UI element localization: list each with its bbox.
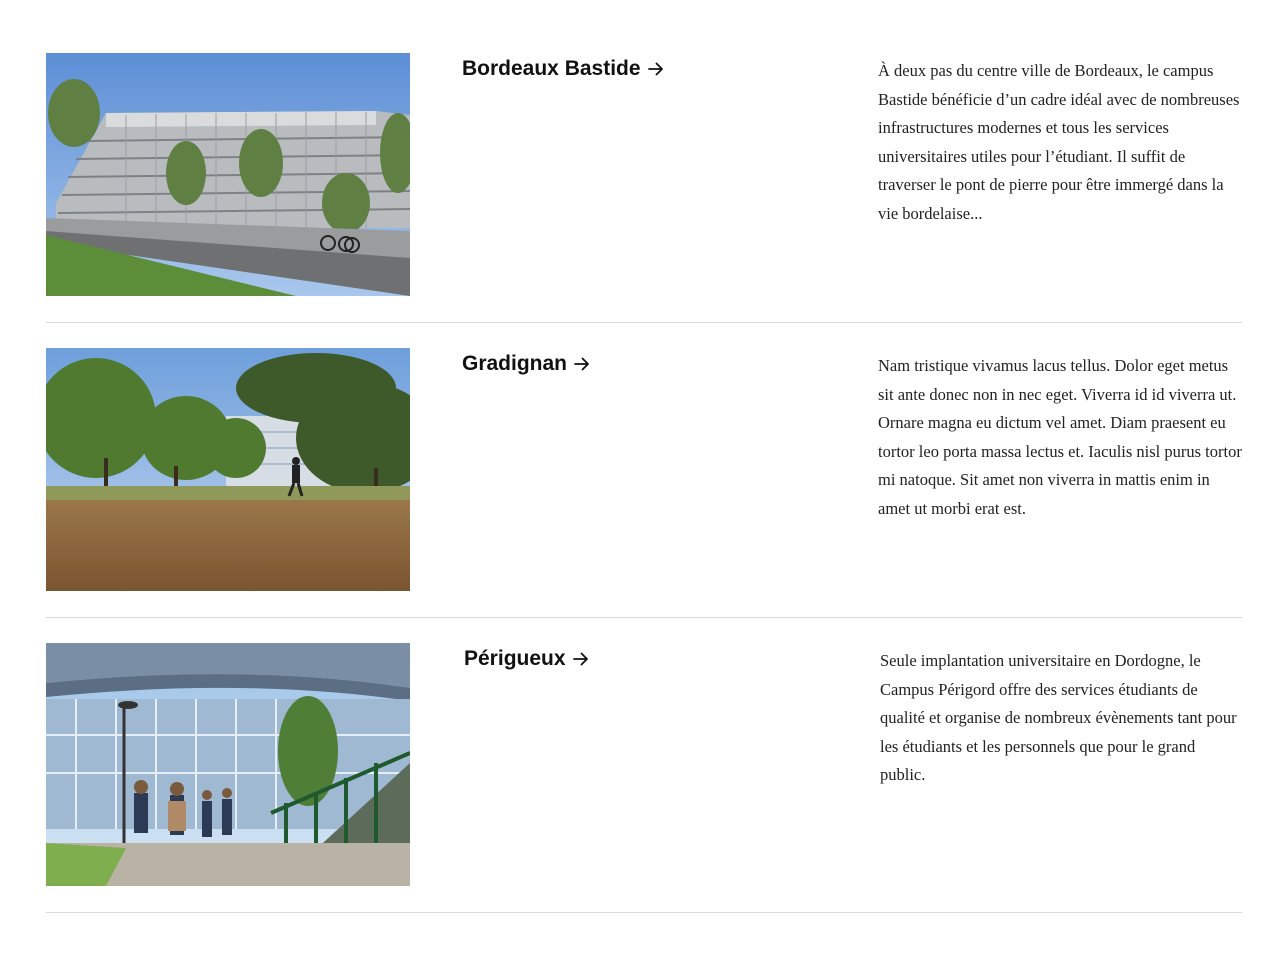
campus-item-perigueux: Périgueux Seule implantation universitai… [46, 643, 1242, 938]
arrow-right-icon [574, 357, 589, 371]
campus-title: Bordeaux Bastide [462, 57, 641, 80]
campus-list: Bordeaux Bastide À deux pas du centre vi… [46, 53, 1242, 938]
campus-description: À deux pas du centre ville de Bordeaux, … [878, 61, 1240, 223]
campus-title: Périgueux [464, 647, 566, 670]
campus-item-gradignan: Gradignan Nam tristique vivamus lacus te… [46, 348, 1242, 643]
campus-link-bordeaux-bastide[interactable]: Bordeaux Bastide [462, 57, 664, 81]
campus-item-bordeaux-bastide: Bordeaux Bastide À deux pas du centre vi… [46, 53, 1242, 348]
campus-photo-perigueux[interactable] [46, 643, 410, 886]
campus-link-gradignan[interactable]: Gradignan [462, 352, 590, 376]
campus-photo-gradignan[interactable] [46, 348, 410, 591]
arrow-right-icon [647, 62, 663, 76]
campus-link-perigueux[interactable]: Périgueux [464, 647, 589, 671]
campus-description: Seule implantation universitaire en Dord… [880, 651, 1237, 784]
campus-park-image [46, 348, 410, 591]
campus-title: Gradignan [462, 352, 568, 375]
row-divider [46, 912, 1242, 913]
arrow-right-icon [572, 652, 588, 666]
campus-photo-bastide[interactable] [46, 53, 410, 296]
campus-description: Nam tristique vivamus lacus tellus. Dolo… [878, 356, 1242, 518]
row-divider [46, 322, 1242, 323]
campus-students-image [46, 643, 410, 886]
campus-building-image [46, 53, 410, 296]
row-divider [46, 617, 1242, 618]
